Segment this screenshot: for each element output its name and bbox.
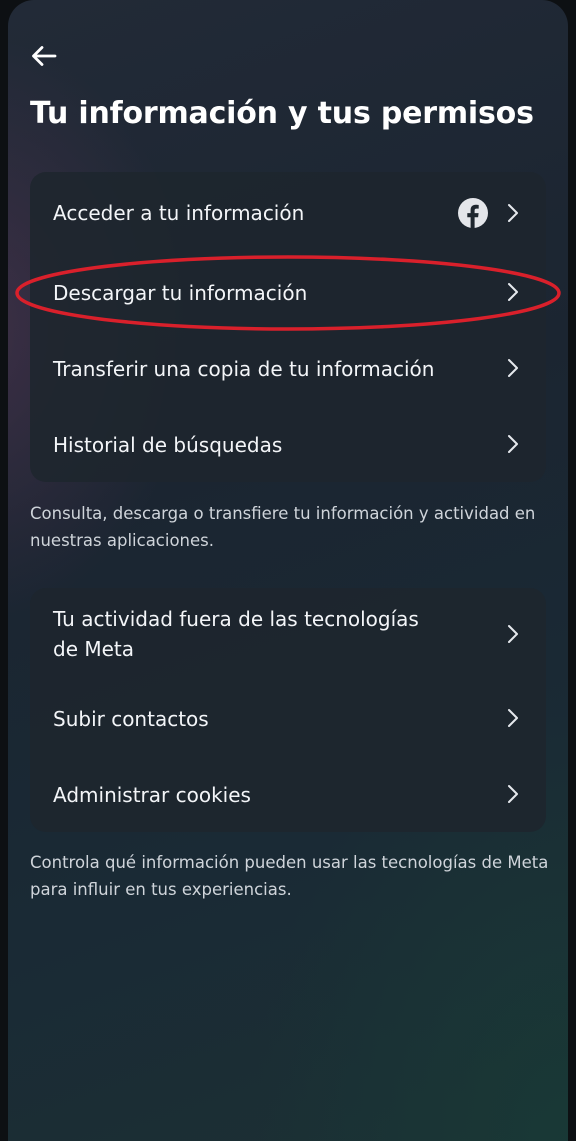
permissions-card: Tu actividad fuera de las tecnologías de… — [30, 588, 546, 832]
menu-item-access-information[interactable]: Acceder a tu información — [30, 172, 546, 254]
chevron-right-icon — [506, 434, 520, 454]
chevron-right-icon — [506, 282, 520, 302]
back-button[interactable] — [26, 38, 62, 74]
menu-item-label: Subir contactos — [53, 707, 209, 731]
chevron-right-icon — [506, 358, 520, 378]
chevron-right-icon — [506, 784, 520, 804]
menu-item-label: Acceder a tu información — [53, 201, 305, 225]
menu-item-label: Transferir una copia de tu información — [53, 357, 435, 381]
menu-item-label: Administrar cookies — [53, 783, 251, 807]
menu-item-upload-contacts[interactable]: Subir contactos — [30, 680, 546, 756]
chevron-right-icon — [506, 708, 520, 728]
section-1-description: Consulta, descarga o transfiere tu infor… — [30, 504, 536, 550]
page-title: Tu información y tus permisos — [30, 96, 534, 131]
menu-item-off-meta-activity[interactable]: Tu actividad fuera de las tecnologías de… — [30, 588, 546, 680]
chevron-right-icon — [506, 203, 520, 223]
section-2-description: Controla qué información pueden usar las… — [30, 853, 549, 899]
menu-item-label: Descargar tu información — [53, 281, 308, 305]
chevron-right-icon — [506, 624, 520, 644]
menu-item-label: Historial de búsquedas — [53, 433, 283, 457]
screen: Tu información y tus permisos Acceder a … — [8, 0, 568, 1141]
menu-item-search-history[interactable]: Historial de búsquedas — [30, 406, 546, 482]
menu-item-manage-cookies[interactable]: Administrar cookies — [30, 756, 546, 832]
info-access-card: Acceder a tu información Descargar tu in… — [30, 172, 546, 482]
menu-item-transfer-copy[interactable]: Transferir una copia de tu información — [30, 330, 546, 406]
menu-item-label: Tu actividad fuera de las tecnologías de… — [53, 607, 419, 661]
facebook-icon — [458, 198, 488, 228]
back-arrow-icon — [32, 46, 57, 66]
menu-item-download-information[interactable]: Descargar tu información — [30, 254, 546, 330]
